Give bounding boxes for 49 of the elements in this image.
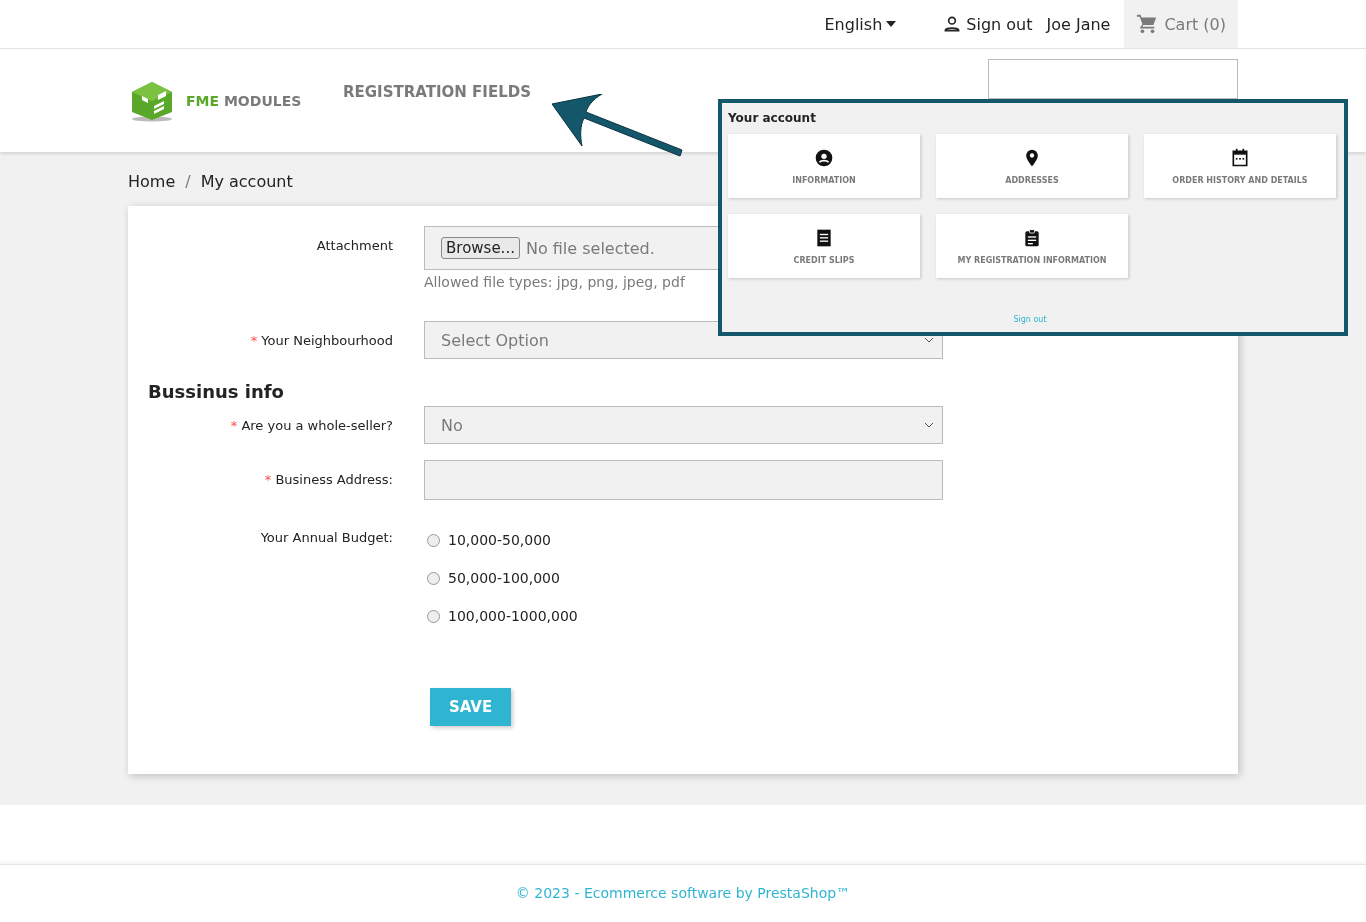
required-mark: * — [264, 472, 272, 487]
clipboard-icon — [1022, 227, 1042, 248]
save-button[interactable]: SAVE — [430, 688, 511, 726]
radio-option[interactable]: 100,000-1000,000 — [424, 608, 943, 624]
cart-icon — [1136, 13, 1159, 35]
select-field[interactable]: No — [424, 406, 943, 444]
radio-option[interactable]: 10,000-50,000 — [424, 532, 943, 548]
file-status: No file selected. — [525, 238, 655, 258]
search-field[interactable] — [988, 58, 1238, 99]
chevron-icon — [924, 422, 934, 428]
radio-icon[interactable] — [427, 571, 440, 585]
radio-icon[interactable] — [427, 609, 440, 623]
panel-title: Your account — [728, 111, 817, 125]
account-tile[interactable]: ADDRESSES — [936, 134, 1128, 198]
field-label: Your Annual Budget: — [260, 530, 393, 545]
breadcrumb-link[interactable]: My account — [200, 172, 293, 191]
logo-text: FME MODULES — [186, 92, 302, 109]
account-tile[interactable]: MY REGISTRATION INFORMATION — [936, 214, 1128, 278]
breadcrumb-separator: / — [185, 172, 191, 191]
footer-link[interactable]: © 2023 - Ecommerce software by PrestaShop™ — [515, 885, 851, 922]
arrow-icon — [552, 94, 684, 158]
account-tile[interactable]: CREDIT SLIPS — [728, 214, 920, 278]
file-hint: Allowed file types: jpg, png, jpeg, pdf — [424, 274, 687, 290]
field-label: Your Neighbourhood — [261, 333, 393, 348]
breadcrumb-link[interactable]: Home — [128, 172, 176, 191]
caret-icon — [886, 21, 897, 27]
receipt-icon — [814, 227, 834, 248]
browse-button[interactable]: Browse... — [441, 237, 520, 259]
field-label: Business Address: — [275, 472, 393, 487]
radio-icon[interactable] — [427, 533, 440, 547]
language-dropdown[interactable]: English — [824, 0, 897, 48]
required-mark: * — [250, 333, 258, 348]
address-input-field[interactable] — [424, 460, 943, 500]
field-label: Are you a whole-seller? — [241, 418, 393, 433]
account-tile[interactable]: INFORMATION — [728, 134, 920, 198]
calendar-icon — [1230, 147, 1250, 168]
nav-link[interactable]: REGISTRATION FIELDS — [343, 82, 531, 101]
user-name-link[interactable]: Joe Jane — [1046, 0, 1111, 48]
radio-option[interactable]: 50,000-100,000 — [424, 570, 943, 586]
chevron-icon — [924, 337, 934, 343]
person-icon — [814, 147, 834, 168]
field-label: Attachment — [316, 238, 393, 253]
cart-button[interactable]: Cart (0) — [1124, 0, 1238, 48]
section-heading: Bussinus info — [148, 381, 285, 402]
person-icon — [942, 14, 963, 34]
account-tile[interactable]: ORDER HISTORY AND DETAILS — [1144, 134, 1336, 198]
sign-out-link[interactable]: Sign out — [1013, 315, 1047, 324]
sign-out-link[interactable]: Sign out — [942, 0, 1033, 48]
required-mark: * — [230, 418, 238, 433]
